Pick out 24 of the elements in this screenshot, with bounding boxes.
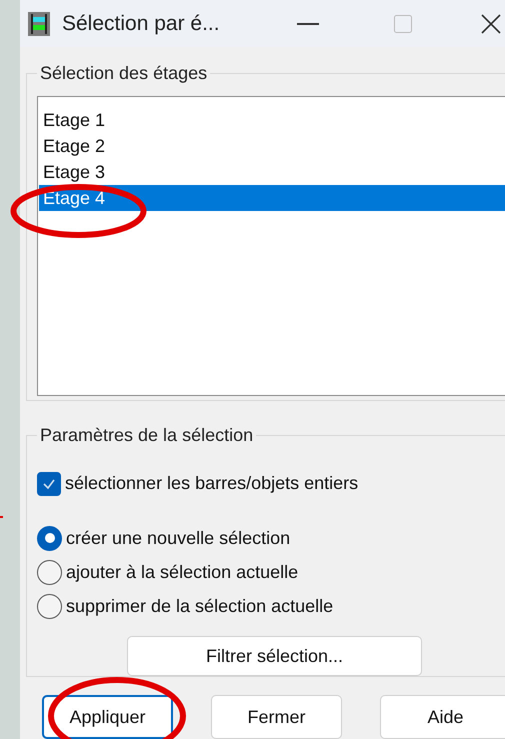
checkbox-label: sélectionner les barres/objets entiers (65, 472, 358, 495)
minimize-icon (297, 22, 319, 24)
dialog-button[interactable]: Fermer (211, 695, 342, 739)
close-icon (481, 14, 501, 34)
list-item[interactable]: Etage 4 (39, 185, 505, 211)
window-title: Sélection par é... (62, 10, 220, 37)
checkbox[interactable] (37, 472, 61, 496)
radio-button[interactable] (37, 594, 62, 618)
maximize-icon (394, 14, 412, 32)
list-item[interactable]: Etage 3 (39, 159, 505, 185)
app-icon (28, 12, 50, 36)
check-icon (42, 476, 56, 490)
radio-label: créer une nouvelle sélection (66, 526, 290, 550)
radio-button[interactable] (37, 526, 62, 550)
floor-list[interactable]: Etage 1 Etage 2 Etage 3 Etage 4 (37, 96, 505, 396)
radio-label: ajouter à la sélection actuelle (66, 560, 298, 584)
radio-label: supprimer de la sélection actuelle (66, 594, 334, 618)
list-item[interactable]: Etage 2 (39, 133, 505, 159)
annotation-tick (0, 516, 3, 518)
dialog-button[interactable]: Aide (380, 695, 505, 739)
dialog-button[interactable]: Appliquer (42, 695, 173, 739)
radio-button[interactable] (37, 560, 62, 584)
list-item[interactable]: Etage 1 (39, 107, 505, 133)
filter-selection-button[interactable]: Filtrer sélection... (127, 636, 422, 676)
